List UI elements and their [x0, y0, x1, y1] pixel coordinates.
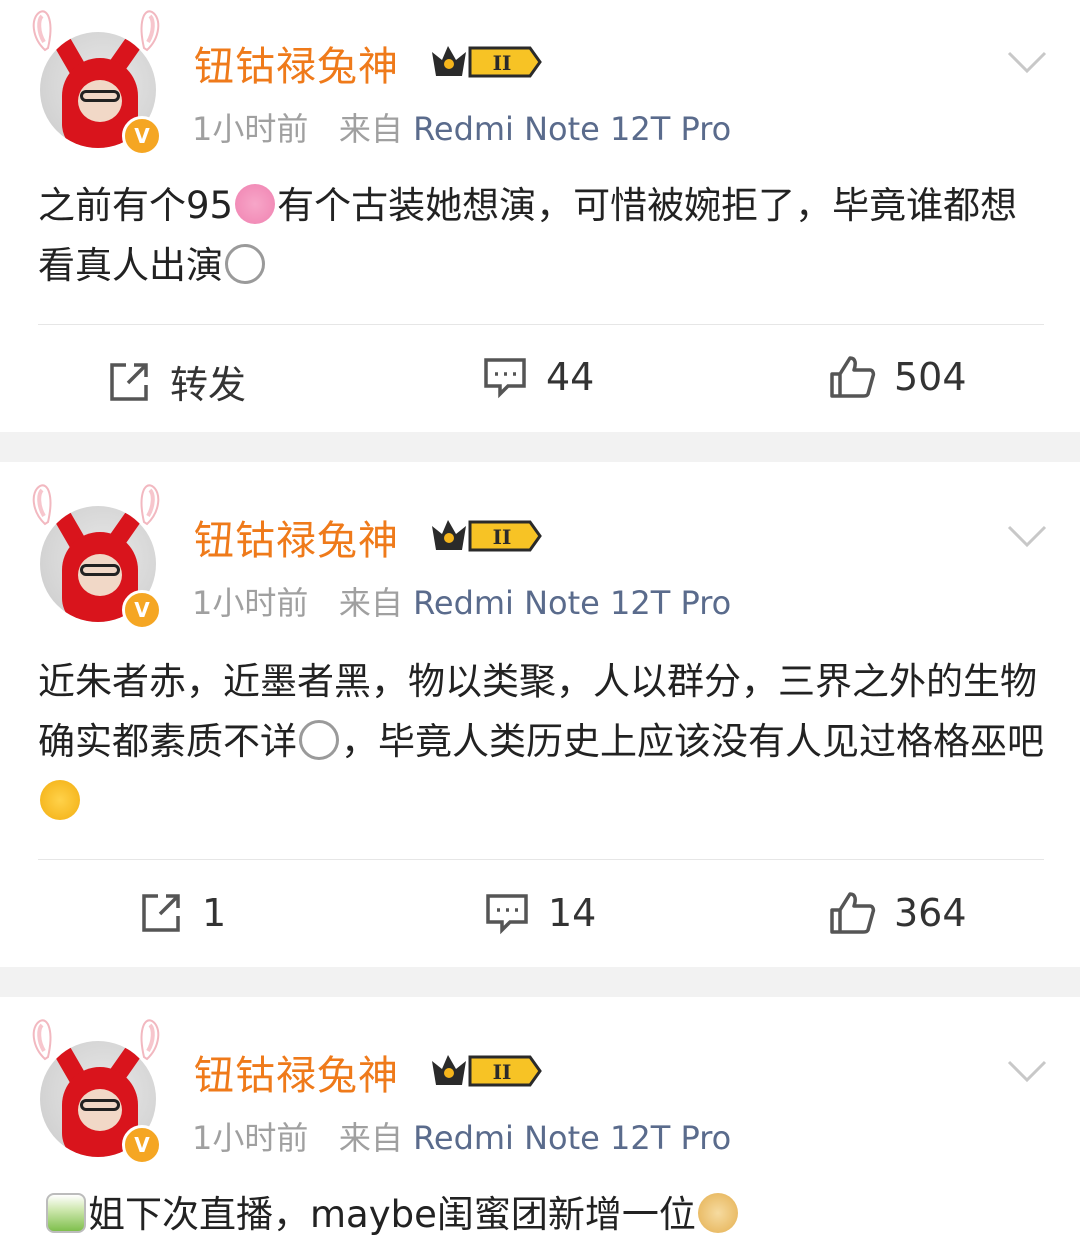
post-source: Redmi Note 12T Pro	[413, 1119, 732, 1157]
from-label: 来自	[338, 110, 403, 148]
post-meta: 1小时前 来自 Redmi Note 12T Pro	[192, 1113, 731, 1159]
thumbs-up-icon	[830, 356, 876, 398]
from-label: 来自	[338, 1119, 403, 1157]
post-meta: 1小时前 来自 Redmi Note 12T Pro	[192, 578, 731, 624]
post-card: V 钮钴禄兔神 II 1小时前 来自 Redmi Note 12T Pro 姐下…	[0, 997, 1080, 1252]
svg-text:II: II	[493, 1060, 512, 1084]
post-card: V 钮钴禄兔神 II 1小时前 来自 Redmi Note 12T Pro 近朱…	[0, 462, 1080, 967]
avatar[interactable]: V	[26, 1019, 166, 1165]
divider	[38, 859, 1044, 860]
repost-count: 1	[202, 891, 227, 935]
content-text: 姐下次直播，maybe闺蜜团新增一位	[88, 1193, 696, 1236]
post-source: Redmi Note 12T Pro	[413, 110, 732, 148]
verified-badge-icon: V	[122, 590, 162, 630]
comment-icon	[484, 358, 526, 399]
comment-button[interactable]: 44	[482, 354, 594, 400]
chevron-down-icon[interactable]	[1006, 524, 1048, 548]
crown-level-badge-icon: II	[432, 520, 542, 552]
post-time: 1小时前	[192, 110, 309, 148]
post-time: 1小时前	[192, 1119, 309, 1157]
doge-tongue-emoji-icon	[225, 244, 265, 284]
avatar[interactable]: V	[26, 484, 166, 630]
verified-badge-icon: V	[122, 116, 162, 156]
repost-label: 转发	[170, 363, 247, 407]
username[interactable]: 钮钴禄兔神	[194, 1043, 399, 1101]
post-content: 之前有个95 有个古装她想演，可惜被婉拒了，毕竟谁都想看真人出演	[38, 176, 1048, 296]
post-separator	[0, 967, 1080, 997]
thumbs-up-icon	[830, 892, 876, 934]
tea-emoji-icon	[46, 1193, 86, 1233]
repost-button[interactable]: 1	[138, 890, 226, 936]
post-meta: 1小时前 来自 Redmi Note 12T Pro	[192, 104, 731, 150]
from-label: 来自	[338, 584, 403, 622]
flower-emoji-icon	[235, 184, 276, 224]
chevron-down-icon[interactable]	[1006, 1059, 1048, 1083]
post-content: 近朱者赤，近墨者黑，物以类聚，人以群分，三界之外的生物确实都素质不详 ，毕竟人类历…	[38, 652, 1048, 832]
comment-count: 44	[546, 355, 595, 399]
crown-level-badge-icon: II	[432, 1055, 542, 1087]
content-text: 之前有个95	[38, 184, 234, 227]
verified-badge-icon: V	[122, 1125, 162, 1165]
doge-emoji-icon	[697, 1193, 738, 1233]
like-button[interactable]: 504	[828, 354, 967, 400]
weibo-comment-feed: V 钮钴禄兔神 II 1小时前 来自 Redmi Note 12T Pro 之前…	[0, 0, 1080, 1252]
divider	[38, 324, 1044, 325]
avatar[interactable]: V	[26, 10, 166, 156]
svg-text:II: II	[493, 525, 512, 549]
like-button[interactable]: 364	[828, 890, 967, 936]
repost-button[interactable]: 转发	[106, 354, 246, 409]
chevron-down-icon[interactable]	[1006, 50, 1048, 74]
comment-icon	[486, 894, 528, 935]
share-icon	[142, 894, 180, 932]
share-icon	[110, 362, 148, 401]
post-time: 1小时前	[192, 584, 309, 622]
crown-level-badge-icon: II	[432, 46, 542, 78]
comment-count: 14	[548, 891, 597, 935]
doge-tongue-emoji-icon	[299, 720, 339, 760]
post-content: 姐下次直播，maybe闺蜜团新增一位	[44, 1185, 1054, 1245]
comment-button[interactable]: 14	[484, 890, 596, 936]
post-card: V 钮钴禄兔神 II 1小时前 来自 Redmi Note 12T Pro 之前…	[0, 0, 1080, 432]
post-source: Redmi Note 12T Pro	[413, 584, 732, 622]
svg-text:II: II	[493, 51, 512, 75]
username[interactable]: 钮钴禄兔神	[194, 508, 399, 566]
like-count: 504	[894, 355, 967, 399]
like-count: 364	[894, 891, 967, 935]
username[interactable]: 钮钴禄兔神	[194, 34, 399, 92]
post-separator	[0, 432, 1080, 462]
content-text: ，毕竟人类历史上应该没有人见过格格巫吧	[341, 720, 1044, 763]
hug-emoji-icon	[40, 780, 80, 820]
